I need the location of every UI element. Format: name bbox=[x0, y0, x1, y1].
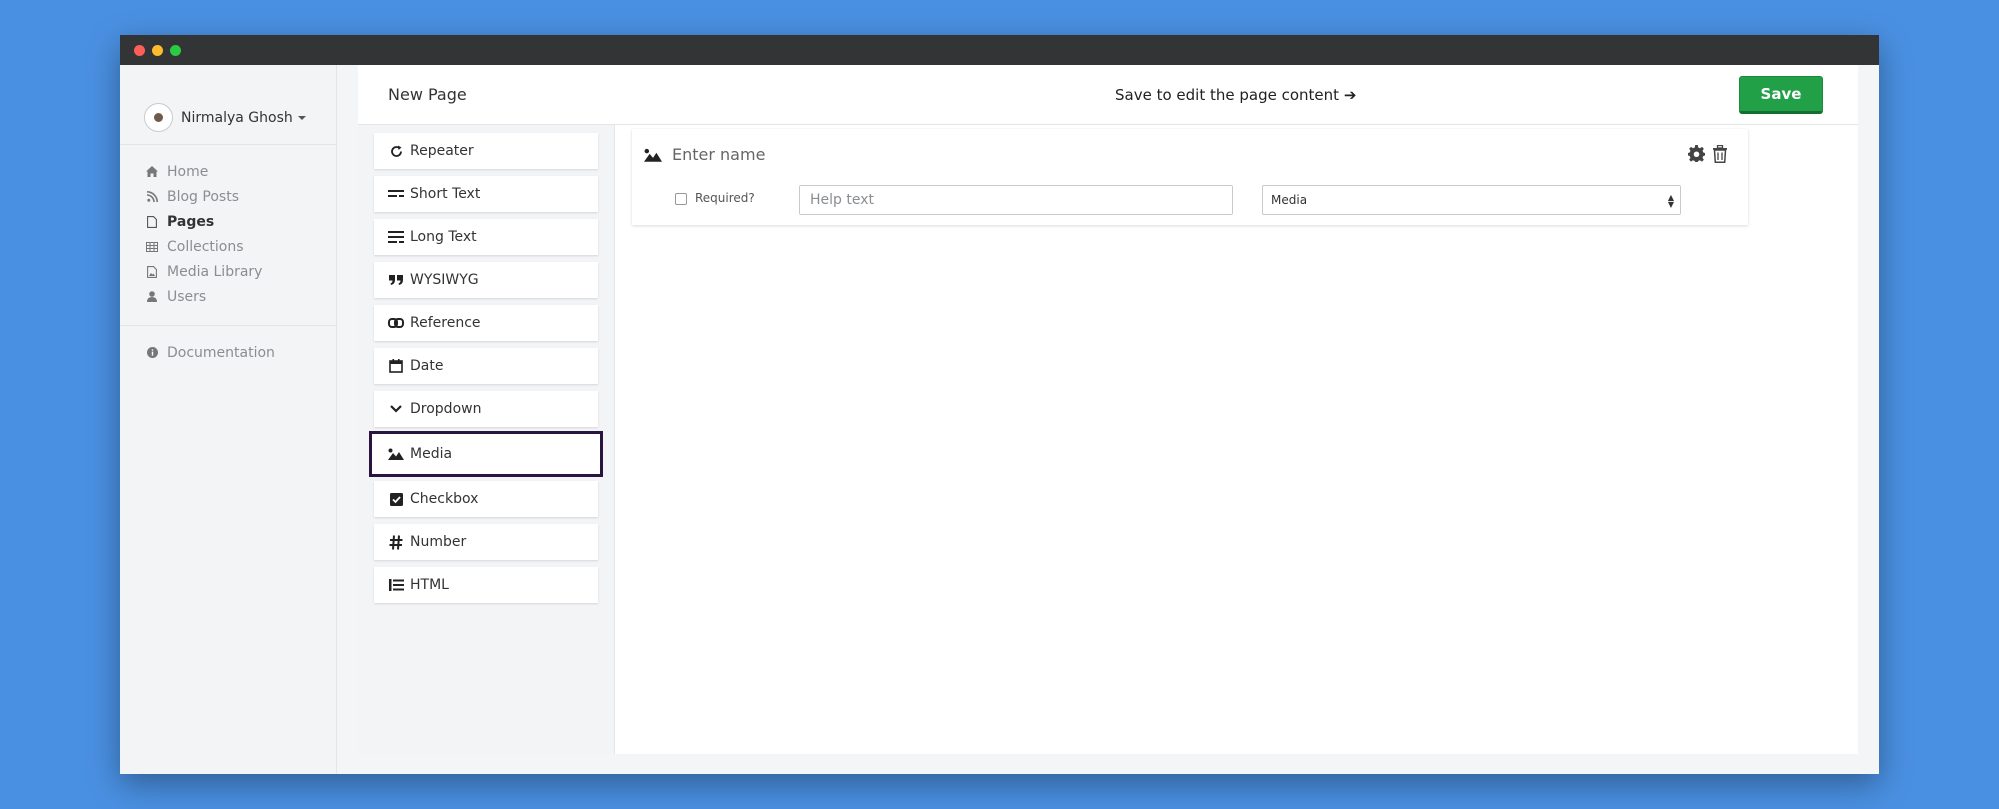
close-window-dot[interactable] bbox=[134, 44, 145, 56]
field-type-label: Number bbox=[410, 534, 467, 550]
field-type-select-value: Media bbox=[1271, 193, 1308, 207]
user-icon bbox=[146, 291, 158, 303]
sidebar-item-pages[interactable]: Pages bbox=[146, 209, 336, 234]
image-icon bbox=[388, 448, 404, 460]
hash-icon bbox=[388, 534, 404, 550]
field-card: Required? Media ▲▼ bbox=[632, 129, 1748, 225]
table-icon bbox=[146, 241, 158, 253]
field-type-label: Reference bbox=[410, 315, 481, 331]
file-icon bbox=[146, 215, 158, 228]
sidebar: Nirmalya Ghosh Home Blog Posts Pages Col… bbox=[120, 65, 337, 774]
sidebar-nav: Home Blog Posts Pages Collections Media … bbox=[120, 145, 336, 326]
trash-icon[interactable] bbox=[1712, 144, 1728, 163]
field-name-input[interactable] bbox=[672, 139, 1272, 169]
image-file-icon bbox=[146, 265, 158, 278]
sidebar-item-label: Collections bbox=[167, 238, 244, 255]
checkbox-icon bbox=[388, 492, 404, 506]
field-type-checkbox[interactable]: Checkbox bbox=[374, 481, 598, 517]
required-label: Required? bbox=[695, 191, 755, 205]
field-type-wysiwyg[interactable]: WYSIWYG bbox=[374, 262, 598, 298]
sidebar-footer: Documentation bbox=[120, 326, 336, 365]
long-text-icon bbox=[388, 231, 404, 243]
user-menu[interactable]: Nirmalya Ghosh bbox=[120, 65, 336, 145]
field-type-label: Dropdown bbox=[410, 401, 482, 417]
main-panel: New Page Save to edit the page content ➔… bbox=[358, 65, 1858, 754]
sidebar-item-label: Documentation bbox=[167, 344, 275, 361]
field-type-label: Short Text bbox=[410, 186, 481, 202]
caret-down-icon bbox=[297, 115, 306, 120]
field-type-media[interactable]: Media bbox=[369, 431, 603, 477]
required-checkbox[interactable] bbox=[675, 193, 687, 205]
sidebar-item-documentation[interactable]: Documentation bbox=[146, 340, 336, 365]
window-titlebar bbox=[120, 35, 1879, 65]
field-type-select[interactable]: Media ▲ ▼ bbox=[1262, 185, 1681, 215]
sidebar-item-label: Pages bbox=[167, 213, 215, 230]
field-type-html[interactable]: HTML bbox=[374, 567, 598, 603]
field-type-label: Repeater bbox=[410, 143, 474, 159]
field-type-short-text[interactable]: Short Text bbox=[374, 176, 598, 212]
sidebar-item-label: Users bbox=[167, 288, 207, 305]
info-icon bbox=[146, 347, 158, 359]
field-type-label: Checkbox bbox=[410, 491, 479, 507]
avatar bbox=[144, 103, 173, 132]
list-icon bbox=[388, 579, 404, 591]
field-type-repeater[interactable]: Repeater bbox=[374, 133, 598, 169]
sidebar-item-label: Media Library bbox=[167, 263, 263, 280]
sidebar-item-blog-posts[interactable]: Blog Posts bbox=[146, 184, 336, 209]
field-type-label: HTML bbox=[410, 577, 449, 593]
maximize-window-dot[interactable] bbox=[170, 44, 181, 56]
field-type-date[interactable]: Date bbox=[374, 348, 598, 384]
save-button[interactable]: Save bbox=[1739, 76, 1823, 114]
arrow-right-icon: ➔ bbox=[1343, 85, 1357, 104]
image-icon bbox=[644, 147, 662, 162]
app-window: Nirmalya Ghosh Home Blog Posts Pages Col… bbox=[120, 35, 1879, 774]
field-type-label: Media bbox=[410, 446, 453, 462]
field-type-dropdown[interactable]: Dropdown bbox=[374, 391, 598, 427]
short-text-icon bbox=[388, 189, 404, 199]
sidebar-item-media-library[interactable]: Media Library bbox=[146, 259, 336, 284]
field-type-reference[interactable]: Reference bbox=[374, 305, 598, 341]
sidebar-item-collections[interactable]: Collections bbox=[146, 234, 336, 259]
save-notice-text: Save to edit the page content bbox=[1115, 85, 1340, 104]
help-text-input[interactable] bbox=[799, 185, 1233, 215]
chevron-down-icon bbox=[388, 405, 404, 413]
save-notice: Save to edit the page content ➔ bbox=[1115, 86, 1356, 104]
gear-icon[interactable] bbox=[1688, 145, 1705, 167]
minimize-window-dot[interactable] bbox=[152, 44, 163, 56]
select-arrows-icon: ▲ ▼ bbox=[1667, 193, 1674, 209]
sidebar-item-label: Home bbox=[167, 163, 209, 180]
page-title: New Page bbox=[388, 85, 467, 104]
refresh-icon bbox=[388, 145, 404, 158]
sidebar-item-home[interactable]: Home bbox=[146, 159, 336, 184]
sidebar-item-users[interactable]: Users bbox=[146, 284, 336, 309]
field-type-label: Date bbox=[410, 358, 444, 374]
field-editor: Required? Media ▲▼ bbox=[615, 125, 1858, 754]
link-icon bbox=[388, 318, 404, 328]
sidebar-item-label: Blog Posts bbox=[167, 188, 239, 205]
field-type-number[interactable]: Number bbox=[374, 524, 598, 560]
user-name: Nirmalya Ghosh bbox=[181, 109, 293, 126]
page-header: New Page Save to edit the page content ➔… bbox=[358, 65, 1858, 125]
field-type-label: WYSIWYG bbox=[410, 272, 479, 288]
field-type-label: Long Text bbox=[410, 229, 477, 245]
calendar-icon bbox=[388, 359, 404, 373]
field-palette: Repeater Short Text Long Text WYSIWYG Re… bbox=[358, 125, 615, 754]
home-icon bbox=[146, 166, 158, 178]
quote-icon bbox=[388, 275, 404, 285]
rss-icon bbox=[146, 191, 158, 203]
field-type-long-text[interactable]: Long Text bbox=[374, 219, 598, 255]
